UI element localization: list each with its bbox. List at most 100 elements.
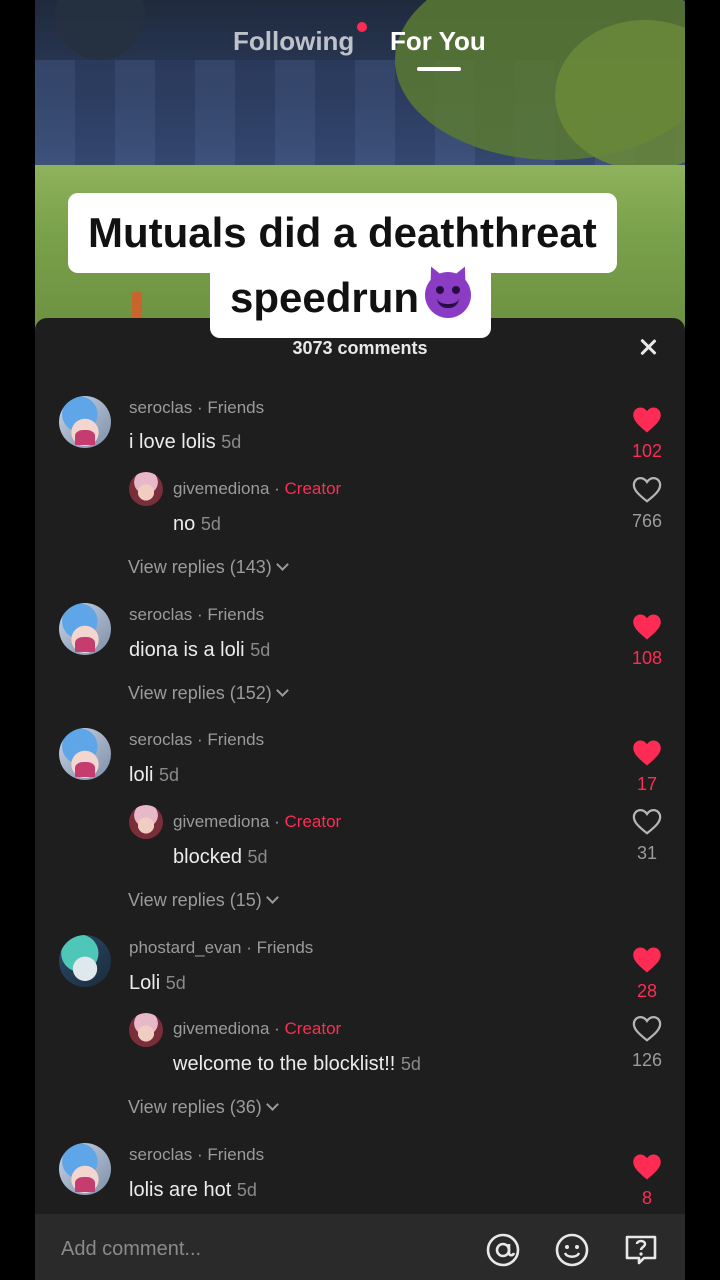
- username: seroclas: [129, 1145, 193, 1164]
- avatar[interactable]: [129, 805, 163, 839]
- user-tag: Friends: [207, 1145, 265, 1164]
- video-caption-line-2: speedrun: [210, 262, 492, 338]
- like-count: 8: [641, 1188, 652, 1208]
- comment-username-line[interactable]: seroclas · Friends: [129, 730, 264, 750]
- active-tab-indicator: [417, 67, 461, 71]
- comment-age: 5d: [200, 514, 221, 534]
- view-replies-button[interactable]: View replies (15): [128, 890, 279, 911]
- video-scenery: [132, 292, 142, 318]
- reply-username-line[interactable]: givemediona · Creator: [173, 812, 341, 832]
- comment-username-line[interactable]: phostard_evan · Friends: [129, 938, 313, 958]
- user-tag: Friends: [207, 398, 265, 417]
- chevron-down-icon: [275, 558, 289, 571]
- heart-icon: [633, 614, 661, 640]
- user-tag: Friends: [256, 938, 314, 957]
- smiling-devil-emoji-icon: [425, 272, 472, 318]
- comment-age: 5d: [250, 640, 271, 660]
- username: phostard_evan: [129, 938, 242, 957]
- comment-body: i love lolis: [129, 431, 216, 453]
- reply-body: no: [173, 513, 196, 535]
- username: seroclas: [129, 398, 193, 417]
- avatar[interactable]: [59, 1143, 111, 1195]
- heart-icon: [632, 1015, 662, 1042]
- reply-text: no 5d: [173, 513, 221, 536]
- view-replies-button[interactable]: View replies (36): [128, 1097, 279, 1118]
- comment-text: i love lolis 5d: [129, 431, 241, 454]
- comment-text: Loli 5d: [129, 972, 186, 995]
- username: seroclas: [129, 605, 193, 624]
- reply-body: blocked: [173, 846, 242, 868]
- username: givemediona: [173, 479, 270, 498]
- comment-body: loli: [129, 764, 154, 786]
- avatar[interactable]: [59, 728, 111, 780]
- avatar[interactable]: [59, 396, 111, 448]
- like-button[interactable]: 17: [625, 739, 669, 795]
- heart-icon: [633, 740, 661, 766]
- notification-dot: [357, 22, 367, 32]
- emoji-icon[interactable]: [554, 1232, 590, 1268]
- view-replies-label: View replies (143): [128, 557, 272, 577]
- view-replies-button[interactable]: View replies (143): [128, 557, 289, 578]
- feed-tabs: Following For You: [35, 22, 685, 72]
- view-replies-label: View replies (36): [128, 1097, 262, 1117]
- comment-age: 5d: [247, 847, 268, 867]
- reply-username-line[interactable]: givemediona · Creator: [173, 1019, 341, 1039]
- comment-text: loli 5d: [129, 764, 179, 787]
- view-replies-label: View replies (15): [128, 890, 262, 910]
- heart-icon: [633, 407, 661, 433]
- avatar[interactable]: [59, 935, 111, 987]
- comment-username-line[interactable]: seroclas · Friends: [129, 605, 264, 625]
- reply-body: welcome to the blocklist!!: [173, 1053, 396, 1075]
- reply-username-line[interactable]: givemediona · Creator: [173, 479, 341, 499]
- like-button[interactable]: 102: [625, 406, 669, 462]
- username: givemediona: [173, 1019, 270, 1038]
- chevron-down-icon: [265, 891, 279, 904]
- add-comment-input[interactable]: Add comment...: [61, 1238, 201, 1261]
- tab-for-you[interactable]: For You: [390, 26, 486, 57]
- heart-icon: [633, 1154, 661, 1180]
- chevron-down-icon: [265, 1098, 279, 1111]
- close-icon[interactable]: [635, 334, 661, 360]
- like-count: 766: [631, 511, 663, 531]
- view-replies-label: View replies (152): [128, 683, 272, 703]
- avatar[interactable]: [129, 1013, 163, 1047]
- user-tag: Friends: [207, 730, 265, 749]
- comment-input-bar: Add comment...: [35, 1214, 685, 1280]
- comment-age: 5d: [165, 973, 186, 993]
- creator-badge: Creator: [284, 812, 342, 831]
- comment-age: 5d: [159, 765, 180, 785]
- comments-count: 3073 comments: [292, 338, 428, 358]
- comments-sheet: 3073 comments seroclas · Friends i love …: [35, 318, 685, 1280]
- comment-username-line[interactable]: seroclas · Friends: [129, 1145, 264, 1165]
- heart-icon: [632, 808, 662, 835]
- like-count: 102: [631, 441, 663, 461]
- comment-username-line[interactable]: seroclas · Friends: [129, 398, 264, 418]
- avatar[interactable]: [129, 472, 163, 506]
- like-button[interactable]: 28: [625, 946, 669, 1002]
- comment-body: diona is a loli: [129, 639, 245, 661]
- comment-age: 5d: [400, 1054, 421, 1074]
- like-count: 126: [631, 1050, 663, 1070]
- like-button[interactable]: 108: [625, 613, 669, 669]
- creator-badge: Creator: [284, 479, 342, 498]
- reply-text: blocked 5d: [173, 846, 268, 869]
- like-button[interactable]: 126: [625, 1015, 669, 1071]
- heart-icon: [633, 947, 661, 973]
- caption-text: Mutuals did a deaththreat: [88, 209, 597, 256]
- like-count: 31: [636, 843, 658, 863]
- view-replies-button[interactable]: View replies (152): [128, 683, 289, 704]
- like-count: 17: [636, 774, 658, 794]
- avatar[interactable]: [59, 603, 111, 655]
- question-icon[interactable]: [623, 1232, 659, 1268]
- like-button[interactable]: 766: [625, 476, 669, 532]
- video-caption-line-1: Mutuals did a deaththreat: [68, 193, 617, 273]
- like-button[interactable]: 31: [625, 808, 669, 864]
- tab-following[interactable]: Following: [233, 26, 354, 57]
- like-count: 28: [636, 981, 658, 1001]
- user-tag: Friends: [207, 605, 265, 624]
- phone-screen: Following For You Mutuals did a deaththr…: [35, 0, 685, 1280]
- comment-age: 5d: [236, 1180, 257, 1200]
- like-button[interactable]: 8: [625, 1153, 669, 1209]
- at-sign-icon[interactable]: [485, 1232, 521, 1268]
- like-count: 108: [631, 648, 663, 668]
